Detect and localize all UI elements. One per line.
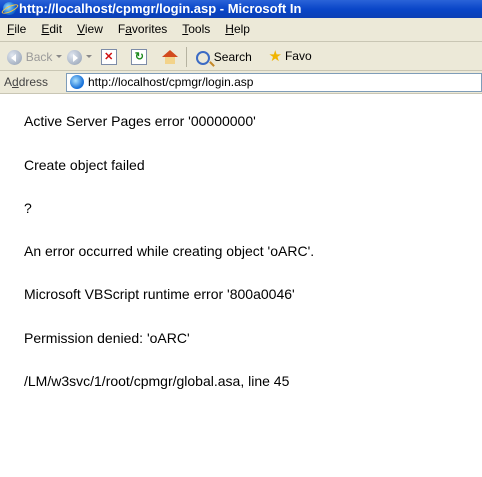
error-description: An error occurred while creating object … bbox=[24, 243, 315, 259]
back-arrow-icon bbox=[7, 50, 23, 66]
stop-icon[interactable]: ✕ bbox=[100, 48, 117, 65]
forward-dropdown-icon[interactable] bbox=[86, 55, 93, 59]
menu-favorites-label: vorites bbox=[131, 22, 168, 36]
page-content: Active Server Pages error '00000000' Cre… bbox=[0, 94, 482, 477]
menu-file-label: ile bbox=[14, 22, 27, 36]
address-label: Address bbox=[4, 75, 49, 89]
favorites-button[interactable]: ★ Favo bbox=[268, 42, 312, 70]
menu-file[interactable]: File bbox=[0, 18, 34, 41]
back-button[interactable]: Back bbox=[7, 43, 53, 70]
internet-explorer-icon bbox=[3, 2, 16, 15]
standard-toolbar: Back ✕ ↻ Search ★ Favo bbox=[0, 42, 482, 71]
window-title: http://localhost/cpmgr/login.asp - Micro… bbox=[19, 1, 302, 16]
title-bar: http://localhost/cpmgr/login.asp - Micro… bbox=[0, 0, 482, 18]
error-summary: Create object failed bbox=[24, 157, 145, 173]
menu-edit[interactable]: Edit bbox=[34, 18, 70, 41]
home-icon[interactable] bbox=[162, 49, 179, 64]
runtime-error: Microsoft VBScript runtime error '800a00… bbox=[24, 286, 295, 302]
menu-help[interactable]: Help bbox=[218, 18, 258, 41]
search-icon bbox=[195, 50, 210, 65]
forward-button[interactable] bbox=[67, 43, 83, 70]
search-button-label: Search bbox=[213, 49, 252, 64]
favorites-button-label: Favo bbox=[284, 49, 312, 64]
refresh-icon[interactable]: ↻ bbox=[131, 48, 148, 65]
error-code-placeholder: ? bbox=[24, 200, 32, 216]
toolbar-separator bbox=[186, 46, 188, 67]
menu-bar: File Edit View Favorites Tools Help bbox=[0, 18, 482, 42]
menu-tools-label: ools bbox=[188, 22, 211, 36]
permission-error: Permission denied: 'oARC' bbox=[24, 330, 190, 346]
back-dropdown-icon[interactable] bbox=[56, 55, 63, 59]
menu-favorites[interactable]: Favorites bbox=[111, 18, 175, 41]
menu-edit-label: dit bbox=[49, 22, 63, 36]
forward-arrow-icon bbox=[67, 50, 83, 66]
address-input[interactable] bbox=[88, 74, 388, 90]
menu-tools[interactable]: Tools bbox=[175, 18, 218, 41]
error-heading: Active Server Pages error '00000000' bbox=[24, 113, 256, 129]
address-bar: Address bbox=[0, 71, 482, 94]
page-icon bbox=[70, 75, 84, 89]
search-button[interactable]: Search bbox=[195, 43, 252, 70]
menu-help-label: elp bbox=[233, 22, 250, 36]
menu-view-label: iew bbox=[84, 22, 103, 36]
error-location: /LM/w3svc/1/root/cpmgr/global.asa, line … bbox=[24, 373, 290, 389]
favorites-star-icon: ★ bbox=[268, 48, 282, 66]
menu-view[interactable]: View bbox=[70, 18, 111, 41]
address-field[interactable] bbox=[66, 73, 482, 92]
back-button-label: Back bbox=[25, 49, 53, 64]
